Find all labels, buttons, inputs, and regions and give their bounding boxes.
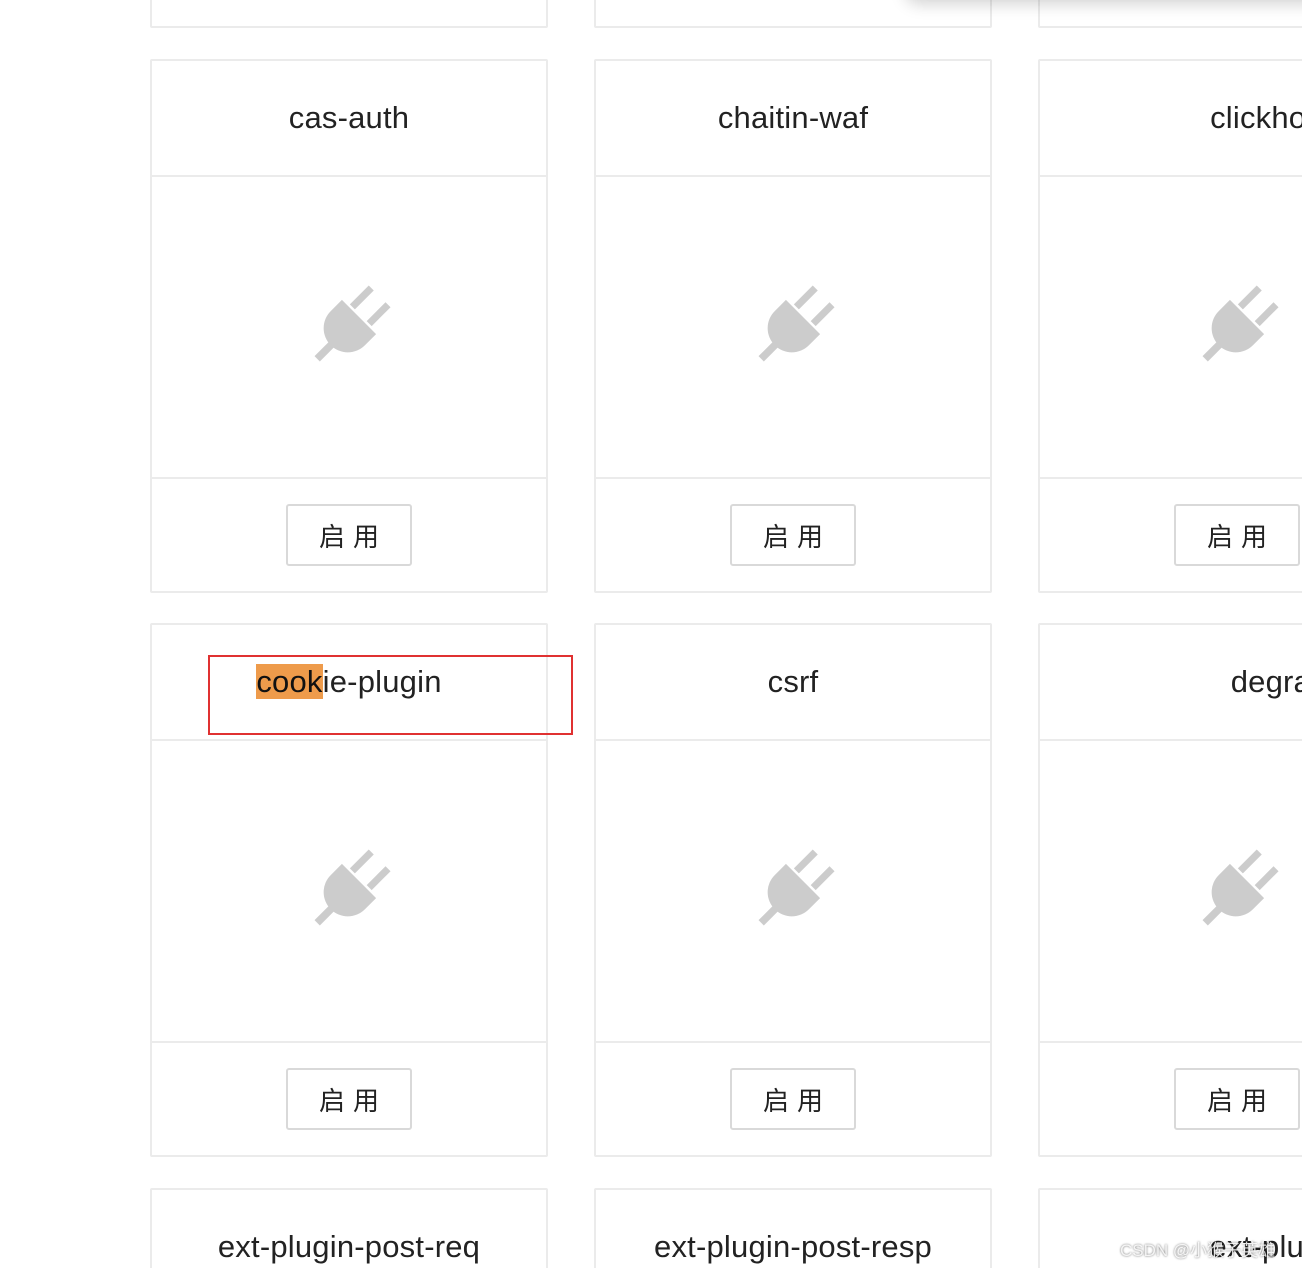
watermark: CSDN @小猴子英雄 [1120,1241,1276,1260]
search-match-highlight: cook [256,664,323,699]
plugin-card-body [596,741,990,1043]
plugin-card-header: csrf [596,625,990,741]
plugin-name: ext-plugin-post-req [217,1229,481,1264]
plugin-card-footer: 启用 [596,1043,990,1155]
plug-icon [743,841,843,941]
plugin-card-header: cookie-plugin [152,625,546,741]
plugin-card-body [1040,177,1302,479]
plugin-card-ext-plugin-post-resp: ext-plugin-post-resp [594,1188,992,1268]
plugin-card-header: cas-auth [152,61,546,177]
plug-icon [299,841,399,941]
plug-icon [1187,841,1287,941]
enable-button[interactable]: 启用 [730,504,856,566]
plugin-card-body [596,177,990,479]
plugin-card-header: degraphq [1040,625,1302,741]
plugin-card-chaitin-waf: chaitin-waf 启用 [594,59,992,593]
plugin-card-csrf: csrf 启用 [594,623,992,1157]
enable-button[interactable] [286,0,412,2]
plugin-card-footer: 启用 [1040,479,1302,591]
plugin-card-body [152,177,546,479]
plugin-card-header: chaitin-waf [596,61,990,177]
plugin-card [150,0,548,28]
plugin-card-body [1040,741,1302,1043]
enable-button[interactable]: 启用 [730,1068,856,1130]
plugin-card-footer: 启用 [152,479,546,591]
plugin-name: chaitin-waf [717,100,869,135]
enable-button[interactable] [1174,0,1300,2]
plugin-card-cookie-plugin: cookie-plugin 启用 [150,623,548,1157]
plugin-card-cas-auth: cas-auth 启用 [150,59,548,593]
plug-icon [1187,277,1287,377]
plugin-card-clickhouse: clickhouse-lo 启用 [1038,59,1302,593]
plugin-card-footer: 启用 [596,479,990,591]
enable-button[interactable] [730,0,856,2]
plugin-card-ext-plugin-post-req: ext-plugin-post-req [150,1188,548,1268]
plugin-name: cas-auth [288,100,410,135]
plugin-card-header: clickhouse-lo [1040,61,1302,177]
plugin-name: clickhouse-lo [1210,100,1302,135]
plugin-card [594,0,992,28]
plugin-name: degraphq [1230,664,1302,699]
plugin-card-header: ext-plugin-post-resp [596,1190,990,1268]
plugin-card-footer: 启用 [152,1043,546,1155]
enable-button[interactable]: 启用 [286,504,412,566]
plugin-card-degraphql: degraphq 启用 [1038,623,1302,1157]
plugin-card [1038,0,1302,28]
plugin-card-header: ext-plugin-post-req [152,1190,546,1268]
plugin-card-footer: 启用 [1040,1043,1302,1155]
plugin-name: cookie-plugin [256,664,441,700]
plugin-card-body [152,741,546,1043]
plug-icon [743,277,843,377]
plugin-grid-viewport: cas-auth 启用 chaitin-waf 启用 clickhouse-lo [0,0,1302,1268]
plugin-name: ext-plugin-post-resp [654,1229,932,1264]
plugin-name-rest: ie-plugin [322,664,442,699]
plug-icon [299,277,399,377]
plugin-name: csrf [767,664,819,699]
enable-button[interactable]: 启用 [1174,1068,1300,1130]
enable-button[interactable]: 启用 [1174,504,1300,566]
enable-button[interactable]: 启用 [286,1068,412,1130]
